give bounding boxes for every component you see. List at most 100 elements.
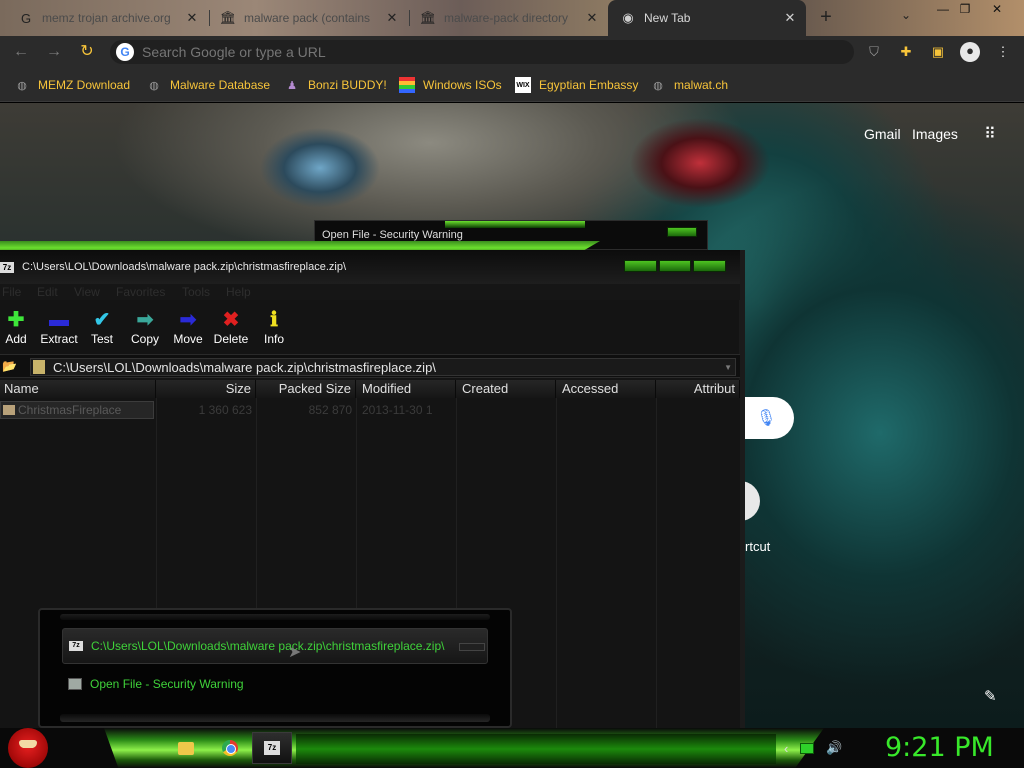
menu-edit[interactable]: Edit: [37, 285, 58, 299]
address-field[interactable]: ▼: [30, 358, 736, 376]
window-button[interactable]: [667, 227, 697, 237]
column-header-size[interactable]: Size: [156, 380, 256, 398]
test-button[interactable]: ✔ Test: [88, 308, 116, 350]
folder-up-icon[interactable]: 📂: [2, 359, 17, 373]
wix-icon: WIX: [515, 77, 531, 93]
info-button[interactable]: ℹ Info: [262, 308, 286, 350]
info-label: Info: [263, 332, 284, 346]
close-icon[interactable]: ✕: [584, 10, 600, 26]
column-header-created[interactable]: Created: [456, 380, 556, 398]
bookmark-label: MEMZ Download: [38, 78, 131, 92]
menu-favorites[interactable]: Favorites: [116, 285, 165, 299]
row-packed-size: 852 870: [308, 403, 352, 417]
delete-button[interactable]: ✖ Delete: [212, 308, 250, 350]
profile-avatar-icon[interactable]: ●: [960, 42, 980, 62]
tab-memz-trojan[interactable]: G memz trojan archive.org ✕: [10, 2, 208, 34]
bookmark-malware-database[interactable]: ◍ Malware Database: [146, 75, 270, 95]
system-tray: ‹ 🔊: [784, 736, 843, 760]
tab-new-tab[interactable]: ◉ New Tab ✕: [608, 0, 806, 36]
column-header-name[interactable]: Name: [0, 380, 156, 398]
network-icon[interactable]: [800, 742, 815, 754]
extensions-puzzle-icon[interactable]: ✚: [897, 43, 915, 61]
column-header-modified[interactable]: Modified: [356, 380, 456, 398]
sevenzip-titlebar[interactable]: 7z C:\Users\LOL\Downloads\malware pack.z…: [0, 250, 740, 284]
menu-bar: File Edit View Favorites Tools Help: [0, 284, 740, 300]
preview-item-button[interactable]: [459, 643, 485, 651]
pencil-edit-icon[interactable]: ✎: [984, 687, 997, 705]
tab-malware-pack[interactable]: 🏛 malware pack (contains ✕: [212, 2, 408, 34]
volume-icon[interactable]: 🔊: [826, 740, 842, 756]
omnibox[interactable]: G: [110, 40, 854, 64]
row-name[interactable]: ChristmasFireplace: [18, 402, 152, 418]
menu-view[interactable]: View: [74, 285, 100, 299]
bookmark-memz-download[interactable]: ◍ MEMZ Download: [14, 75, 130, 95]
clock[interactable]: 9:21 PM: [885, 732, 994, 763]
kebab-menu-icon[interactable]: ⋮: [994, 43, 1012, 61]
maximize-button[interactable]: [658, 260, 692, 272]
windows-icon: [399, 77, 415, 93]
close-icon[interactable]: ✕: [384, 10, 400, 26]
images-link[interactable]: Images: [912, 126, 958, 142]
new-tab-button[interactable]: +: [814, 6, 838, 30]
column-header-attributes[interactable]: Attribut: [656, 380, 740, 398]
tab-title: New Tab: [644, 11, 691, 25]
copy-arrow-icon: ➡: [136, 309, 154, 331]
bookmark-malwatch[interactable]: ◍ malwat.ch: [650, 75, 728, 95]
bookmark-label: Egyptian Embassy: [539, 78, 639, 92]
google-apps-grid-icon[interactable]: ⠿: [980, 125, 1000, 145]
back-arrow-icon[interactable]: ←: [10, 41, 32, 63]
extract-button[interactable]: ▬ Extract: [39, 308, 79, 350]
start-button-angry-bird-icon[interactable]: [8, 728, 48, 768]
minus-icon: ▬: [49, 309, 69, 331]
row-modified: 2013-11-30 1: [362, 403, 433, 417]
minimize-button[interactable]: [624, 260, 657, 272]
bookmark-label: malwat.ch: [674, 78, 729, 92]
address-input[interactable]: [53, 359, 713, 375]
window-title: C:\Users\LOL\Downloads\malware pack.zip\…: [22, 261, 347, 273]
gmail-link[interactable]: Gmail: [864, 126, 901, 142]
restore-button[interactable]: ❐: [948, 0, 982, 18]
search-box[interactable]: 🎙: [740, 397, 794, 439]
tab-title: malware pack (contains: [244, 11, 371, 25]
chevron-down-icon[interactable]: ⌄: [896, 8, 916, 28]
show-hidden-icons-chevron-icon[interactable]: ‹: [784, 741, 788, 756]
side-panel-icon[interactable]: ▣: [929, 43, 947, 61]
bookmark-bonzi-buddy[interactable]: ♟ Bonzi BUDDY!: [284, 75, 387, 95]
tab-malware-directory[interactable]: 🏛 malware-pack directory ✕: [412, 2, 608, 34]
bookmark-windows-isos[interactable]: Windows ISOs: [399, 75, 502, 95]
preview-item-sevenzip[interactable]: 7z C:\Users\LOL\Downloads\malware pack.z…: [62, 628, 488, 664]
close-button[interactable]: [693, 260, 727, 272]
globe-icon: ◍: [17, 79, 27, 92]
close-icon[interactable]: ✕: [782, 10, 798, 26]
globe-icon: ◍: [653, 79, 663, 92]
ublock-icon[interactable]: ⛉: [865, 43, 883, 61]
archive-icon: 🏛: [419, 10, 437, 25]
archive-icon: 🏛: [219, 10, 237, 25]
column-header-accessed[interactable]: Accessed: [556, 380, 656, 398]
dropdown-arrow-icon[interactable]: ▼: [724, 363, 732, 372]
taskbar-explorer[interactable]: [166, 732, 206, 764]
column-header-packed-size[interactable]: Packed Size: [256, 380, 356, 398]
move-button[interactable]: ➡ Move: [172, 308, 204, 350]
menu-help[interactable]: Help: [226, 285, 251, 299]
zip-archive-icon: [33, 360, 45, 374]
taskbar-sevenzip[interactable]: 7z: [252, 732, 292, 764]
reload-icon[interactable]: ↻: [76, 41, 98, 63]
address-input[interactable]: [142, 44, 822, 60]
menu-file[interactable]: File: [2, 285, 21, 299]
bookmark-egyptian-embassy[interactable]: WIX Egyptian Embassy: [515, 75, 638, 95]
bookmark-label: Bonzi BUDDY!: [308, 78, 387, 92]
taskbar-chrome[interactable]: [210, 732, 250, 764]
microphone-icon[interactable]: 🎙: [756, 408, 776, 428]
close-icon[interactable]: ✕: [184, 10, 200, 26]
add-button[interactable]: ✚ Add: [3, 308, 29, 350]
forward-arrow-icon[interactable]: →: [43, 41, 65, 63]
preview-item-security-warning[interactable]: Open File - Security Warning: [68, 674, 244, 694]
preview-item-label: Open File - Security Warning: [90, 677, 244, 691]
file-icon: [3, 405, 15, 415]
close-window-button[interactable]: ✕: [980, 0, 1014, 18]
globe-icon: ◍: [149, 79, 159, 92]
copy-button[interactable]: ➡ Copy: [129, 308, 161, 350]
menu-tools[interactable]: Tools: [182, 285, 210, 299]
tab-separator: [209, 10, 210, 26]
